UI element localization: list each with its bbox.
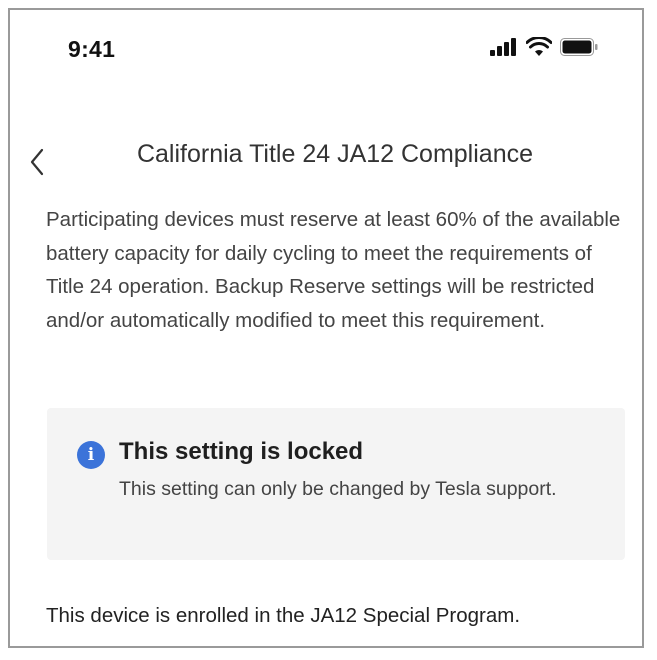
page-title: California Title 24 JA12 Compliance <box>136 140 534 168</box>
phone-screen: 9:41 California Title 24 JA12 Compliance… <box>8 8 644 648</box>
info-icon-glyph: i <box>87 445 95 465</box>
compliance-description: Participating devices must reserve at le… <box>46 208 621 332</box>
status-time: 9:41 <box>68 36 116 62</box>
notice-body: This setting can only be changed by Tesl… <box>119 478 557 500</box>
cellular-signal-icon <box>490 38 518 61</box>
notice-title: This setting is locked <box>119 438 364 465</box>
locked-setting-notice: i This setting is locked This setting ca… <box>47 408 625 560</box>
battery-icon <box>560 38 598 61</box>
status-icons <box>490 36 598 62</box>
info-icon: i <box>77 441 105 469</box>
navigation-bar: California Title 24 JA12 Compliance <box>10 122 642 182</box>
wifi-icon <box>525 36 553 62</box>
enrollment-status: This device is enrolled in the JA12 Spec… <box>46 604 521 627</box>
status-bar: 9:41 <box>10 10 642 82</box>
